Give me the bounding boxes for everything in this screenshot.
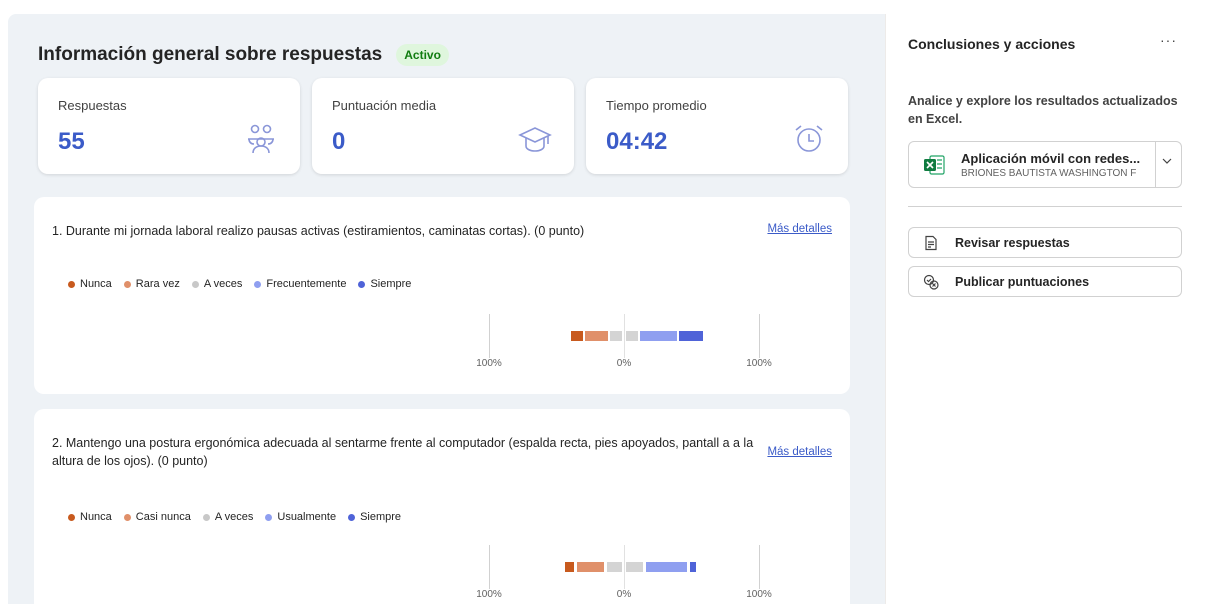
publish-scores-icon (923, 274, 939, 290)
stat-label: Respuestas (58, 98, 127, 113)
stat-label: Tiempo promedio (606, 98, 707, 113)
responses-overview: Información general sobre respuestas Act… (8, 14, 885, 604)
bar-segment-frecuentemente[interactable] (640, 331, 677, 341)
axis-line-right (759, 314, 760, 358)
bar-segment-siempre[interactable] (679, 331, 703, 341)
legend-item: Nunca (68, 511, 112, 523)
question-text: 1. Durante mi jornada laboral realizo pa… (52, 224, 585, 238)
bar-segment-a-veces-right[interactable] (626, 562, 643, 572)
legend-item: A veces (191, 278, 243, 290)
bar-segment-a-veces-right[interactable] (626, 331, 638, 341)
legend-label: Rara vez (135, 278, 180, 290)
excel-file-name: Aplicación móvil con redes... (961, 151, 1141, 166)
more-details-link[interactable]: Más detalles (767, 446, 832, 458)
alarm-clock-icon (795, 125, 823, 152)
axis-line-right (759, 545, 760, 589)
people-icon (248, 124, 274, 154)
excel-icon (924, 155, 945, 175)
question-card: 2. Mantengo una postura ergonómica adecu… (34, 409, 850, 604)
legend-dot (123, 513, 131, 521)
legend-dot (68, 280, 75, 288)
axis-line-left (489, 314, 490, 358)
legend-dot (348, 513, 356, 521)
bar-segment-nunca[interactable] (565, 562, 574, 572)
bar-segment-siempre[interactable] (690, 562, 696, 572)
diverging-bar-chart: 100% 0% 100% (474, 545, 774, 604)
legend-dot (123, 280, 131, 288)
stat-card-average-time[interactable]: Tiempo promedio 04:42 (586, 78, 848, 174)
excel-workbook-button[interactable]: Aplicación móvil con redes... BRIONES BA… (908, 141, 1182, 188)
bar-segment-casi-nunca[interactable] (577, 562, 604, 572)
legend-item: Frecuentemente (254, 278, 346, 290)
graduation-cap-icon (518, 127, 552, 152)
axis-label: 100% (746, 358, 772, 369)
review-document-icon (925, 235, 937, 250)
legend-label: Usualmente (277, 511, 337, 523)
status-badge: Activo (396, 44, 449, 66)
stat-value: 0 (332, 128, 346, 155)
bar-segment-a-veces-left[interactable] (607, 562, 622, 572)
review-responses-button[interactable]: Revisar respuestas (908, 227, 1182, 258)
axis-line-left (489, 545, 490, 589)
legend-label: A veces (214, 511, 254, 523)
sidebar-divider (908, 206, 1182, 207)
stat-card-responses[interactable]: Respuestas 55 (38, 78, 300, 174)
overview-header: Información general sobre respuestas Act… (38, 40, 449, 70)
stat-label: Puntuación media (332, 98, 437, 113)
legend-dot (254, 280, 262, 288)
action-label: Publicar puntuaciones (955, 274, 1090, 289)
chart-legend: Nunca Rara vez A veces Frecuentemente Si… (68, 278, 411, 290)
legend-label: Casi nunca (135, 511, 191, 523)
legend-item: Siempre (348, 511, 401, 523)
axis-line-center (624, 314, 625, 358)
split-divider (1155, 142, 1156, 187)
legend-dot (358, 280, 366, 288)
legend-label: Frecuentemente (266, 278, 347, 290)
legend-label: A veces (203, 278, 243, 290)
more-options-button[interactable]: ··· (1160, 32, 1177, 48)
legend-item: Casi nunca (123, 511, 191, 523)
legend-label: Siempre (370, 278, 412, 290)
publish-scores-button[interactable]: Publicar puntuaciones (908, 266, 1182, 297)
axis-label: 0% (616, 358, 632, 369)
stat-card-average-score[interactable]: Puntuación media 0 (312, 78, 574, 174)
axis-label: 100% (746, 589, 772, 600)
legend-dot (191, 280, 199, 288)
axis-label: 100% (476, 589, 502, 600)
axis-line-center (624, 545, 625, 589)
sidebar-title: Conclusiones y acciones (908, 36, 1076, 52)
insights-sidebar: Conclusiones y acciones ··· Analice y ex… (885, 14, 1205, 604)
legend-item: Rara vez (123, 278, 180, 290)
bar-segment-rara-vez[interactable] (585, 331, 608, 341)
stat-value: 04:42 (606, 128, 668, 155)
stat-value: 55 (58, 128, 85, 155)
action-label: Revisar respuestas (955, 235, 1070, 250)
axis-label: 100% (476, 358, 502, 369)
legend-item: Nunca (68, 278, 112, 290)
excel-file-owner: BRIONES BAUTISTA WASHINGTON F (961, 168, 1137, 179)
legend-item: A veces (202, 511, 254, 523)
more-details-link[interactable]: Más detalles (767, 223, 832, 235)
chart-legend: Nunca Casi nunca A veces Usualmente Siem… (68, 511, 401, 523)
legend-item: Usualmente (265, 511, 336, 523)
question-text: 2. Mantengo una postura ergonómica adecu… (52, 436, 754, 468)
legend-dot (265, 513, 273, 521)
diverging-bar-chart: 100% 0% 100% (474, 314, 774, 374)
window-top-strip (0, 0, 1205, 14)
bar-segment-nunca[interactable] (571, 331, 583, 341)
legend-label: Nunca (80, 278, 112, 290)
page-title: Información general sobre respuestas (38, 44, 383, 65)
bar-segment-usualmente[interactable] (646, 562, 687, 572)
legend-dot (202, 513, 210, 521)
axis-label: 0% (616, 589, 632, 600)
question-card: 1. Durante mi jornada laboral realizo pa… (34, 197, 850, 394)
legend-item: Siempre (358, 278, 411, 290)
legend-label: Nunca (80, 511, 112, 523)
chevron-down-icon[interactable] (1160, 154, 1174, 168)
bar-segment-a-veces-left[interactable] (610, 331, 622, 341)
legend-label: Siempre (360, 511, 402, 523)
sidebar-description: Analice y explore los resultados actuali… (908, 94, 1178, 126)
legend-dot (68, 513, 75, 521)
